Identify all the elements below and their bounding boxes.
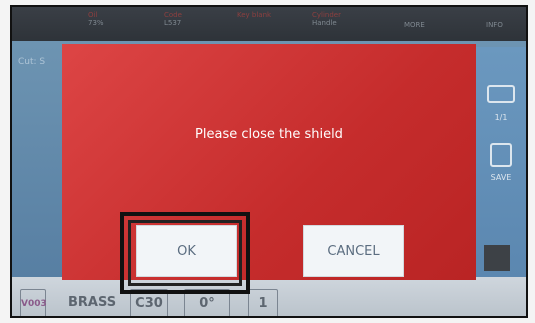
key-blank-status: Key blank [237,11,271,19]
material-label[interactable]: BRASS [68,289,124,316]
key-blank-label: Key blank [237,11,272,19]
cylinder-status: Cylinder Handle [312,11,341,27]
oil-value: 73% [88,19,104,27]
cancel-button[interactable]: CANCEL [303,225,404,277]
page-label: 1/1 [494,113,508,122]
cylinder-value: Handle [312,19,337,27]
floppy-disk-icon [490,143,512,167]
right-tool-panel: 1/1 SAVE [472,47,526,277]
v-code-field[interactable]: V003 [20,289,47,316]
page-indicator[interactable]: 1/1 [472,85,526,122]
cut-label: Cut: S [18,57,46,67]
stop-button[interactable] [484,245,510,271]
more-label: MORE [404,21,425,29]
dialog-message: Please close the shield [195,127,343,142]
info-button[interactable]: INFO [486,21,503,29]
info-label: INFO [486,21,503,29]
code-value: L537 [164,19,182,27]
code-status: Code L537 [164,11,182,27]
more-button[interactable]: MORE [404,21,425,29]
oil-label: Oil [88,11,98,19]
save-button[interactable]: SAVE [472,143,526,182]
touch-screen: Oil 73% Code L537 Key blank Cylinder Han… [10,5,528,318]
save-label: SAVE [490,173,512,182]
bottom-toolbar: V003 BRASS C30 0° 1 [12,277,526,316]
count-field[interactable]: 1 [248,289,278,316]
code-label: Code [164,11,182,19]
top-status-bar: Oil 73% Code L537 Key blank Cylinder Han… [12,7,526,41]
cylinder-label: Cylinder [312,11,341,19]
page-icon [487,85,515,103]
ok-highlight-frame [120,212,250,294]
oil-status: Oil 73% [88,11,104,27]
